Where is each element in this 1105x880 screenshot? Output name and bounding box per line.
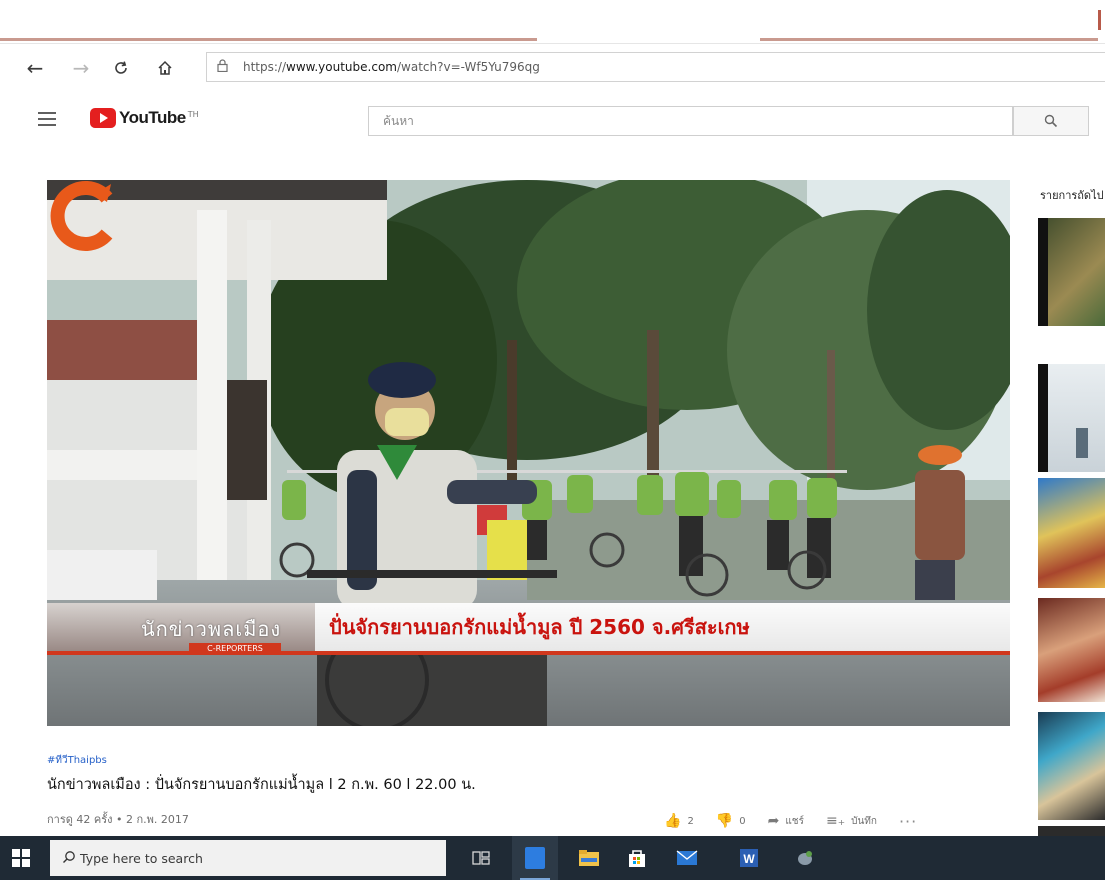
mail-icon bbox=[676, 850, 698, 865]
share-button[interactable]: ➦ แชร์ bbox=[768, 813, 804, 829]
word-button[interactable]: W bbox=[726, 836, 772, 880]
task-view-button[interactable] bbox=[458, 836, 504, 880]
video-player[interactable]: นักข่าวพลเมือง C-REPORTERS ปั่นจักรยานบอ… bbox=[47, 180, 1010, 726]
search-button[interactable] bbox=[1013, 106, 1089, 136]
edge-button[interactable] bbox=[512, 836, 558, 880]
tab-indicator bbox=[760, 38, 1098, 41]
taskbar-search-placeholder: Type here to search bbox=[80, 850, 203, 866]
hamburger-menu-icon[interactable] bbox=[38, 112, 58, 128]
video-lower-third: นักข่าวพลเมือง C-REPORTERS ปั่นจักรยานบอ… bbox=[47, 603, 1010, 661]
search-input[interactable]: ค้นหา bbox=[368, 106, 1013, 136]
dislike-button[interactable]: 👎 0 bbox=[716, 813, 746, 829]
file-explorer-button[interactable] bbox=[566, 836, 612, 880]
sidebar-video-thumbnail[interactable] bbox=[1038, 478, 1105, 588]
dislike-count: 0 bbox=[739, 815, 746, 827]
url-prefix: https:// bbox=[243, 60, 287, 74]
forward-arrow-icon: → bbox=[72, 56, 90, 80]
forward-button[interactable]: → bbox=[64, 51, 98, 85]
share-label: แชร์ bbox=[785, 815, 804, 827]
search-icon bbox=[1044, 114, 1058, 128]
up-next-heading: รายการถัดไป bbox=[1040, 189, 1104, 202]
youtube-logo[interactable]: YouTube TH bbox=[90, 108, 199, 128]
video-view-count: การดู 42 ครั้ง • 2 ก.พ. 2017 bbox=[47, 813, 189, 826]
window-edge bbox=[1098, 10, 1101, 30]
back-arrow-icon: ← bbox=[26, 56, 44, 80]
like-count: 2 bbox=[687, 815, 694, 827]
lower-third-headline: ปั่นจักรยานบอกรักแม่น้ำมูล ปี 2560 จ.ศรี… bbox=[329, 615, 750, 639]
save-button[interactable]: ≡₊ บันทึก bbox=[826, 813, 877, 829]
sidebar-video-thumbnail[interactable] bbox=[1038, 712, 1105, 820]
word-icon: W bbox=[740, 849, 758, 867]
refresh-icon bbox=[115, 61, 127, 74]
app-icon bbox=[798, 851, 812, 865]
like-button[interactable]: 👍 2 bbox=[664, 813, 694, 829]
search-icon bbox=[63, 851, 75, 863]
tab-indicator bbox=[0, 38, 537, 41]
home-icon bbox=[158, 60, 172, 75]
youtube-header: YouTube TH ค้นหา bbox=[0, 96, 1105, 150]
browser-toolbar: ← → https://www.youtube.com/watch?v=-Wf5… bbox=[0, 46, 1105, 90]
browser-title-bar bbox=[0, 0, 1105, 44]
save-label: บันทึก bbox=[851, 815, 877, 827]
youtube-wordmark: YouTube bbox=[119, 108, 186, 127]
lower-third-program-name: นักข่าวพลเมือง bbox=[141, 617, 282, 641]
more-icon[interactable]: ··· bbox=[899, 812, 917, 831]
home-button[interactable] bbox=[148, 51, 182, 85]
sidebar-video-thumbnail[interactable] bbox=[1038, 826, 1105, 836]
file-explorer-icon bbox=[579, 850, 599, 866]
store-icon bbox=[629, 850, 645, 867]
share-icon: ➦ bbox=[767, 813, 780, 829]
taskbar-search-input[interactable]: Type here to search bbox=[50, 840, 446, 876]
url-domain: www.youtube.com bbox=[286, 60, 397, 74]
screen: ← → https://www.youtube.com/watch?v=-Wf5… bbox=[0, 0, 1105, 880]
sidebar-video-thumbnail[interactable] bbox=[1038, 598, 1105, 702]
dislike-icon: 👎 bbox=[715, 813, 734, 829]
app-button[interactable] bbox=[782, 836, 828, 880]
save-playlist-icon: ≡₊ bbox=[825, 813, 846, 829]
windows-taskbar: Type here to search W bbox=[0, 836, 1105, 880]
edge-icon bbox=[525, 847, 545, 869]
sidebar-video-thumbnail[interactable] bbox=[1038, 218, 1105, 326]
back-button[interactable]: ← bbox=[18, 51, 52, 85]
svg-text:W: W bbox=[743, 852, 755, 866]
sidebar-video-thumbnail[interactable] bbox=[1038, 364, 1105, 472]
url-path: /watch?v=-Wf5Yu796qg bbox=[396, 60, 540, 74]
channel-logo bbox=[50, 181, 113, 251]
task-view-icon bbox=[472, 851, 490, 865]
lower-third-subtitle: C-REPORTERS bbox=[189, 643, 281, 655]
address-bar[interactable]: https://www.youtube.com/watch?v=-Wf5Yu79… bbox=[206, 52, 1105, 82]
video-actions: 👍 2 👎 0 ➦ แชร์ ≡₊ บันทึก ··· bbox=[664, 810, 917, 832]
refresh-button[interactable] bbox=[104, 51, 138, 85]
store-button[interactable] bbox=[614, 836, 660, 880]
lock-icon bbox=[217, 59, 231, 75]
windows-start-icon[interactable] bbox=[12, 849, 30, 867]
youtube-play-icon bbox=[90, 108, 116, 128]
like-icon: 👍 bbox=[664, 813, 682, 829]
youtube-country-code: TH bbox=[187, 109, 199, 119]
video-hashtag[interactable]: #ทีวีThaipbs bbox=[47, 753, 107, 768]
video-title: นักข่าวพลเมือง : ปั่นจักรยานบอกรักแม่น้ำ… bbox=[47, 777, 476, 793]
mail-button[interactable] bbox=[664, 836, 710, 880]
